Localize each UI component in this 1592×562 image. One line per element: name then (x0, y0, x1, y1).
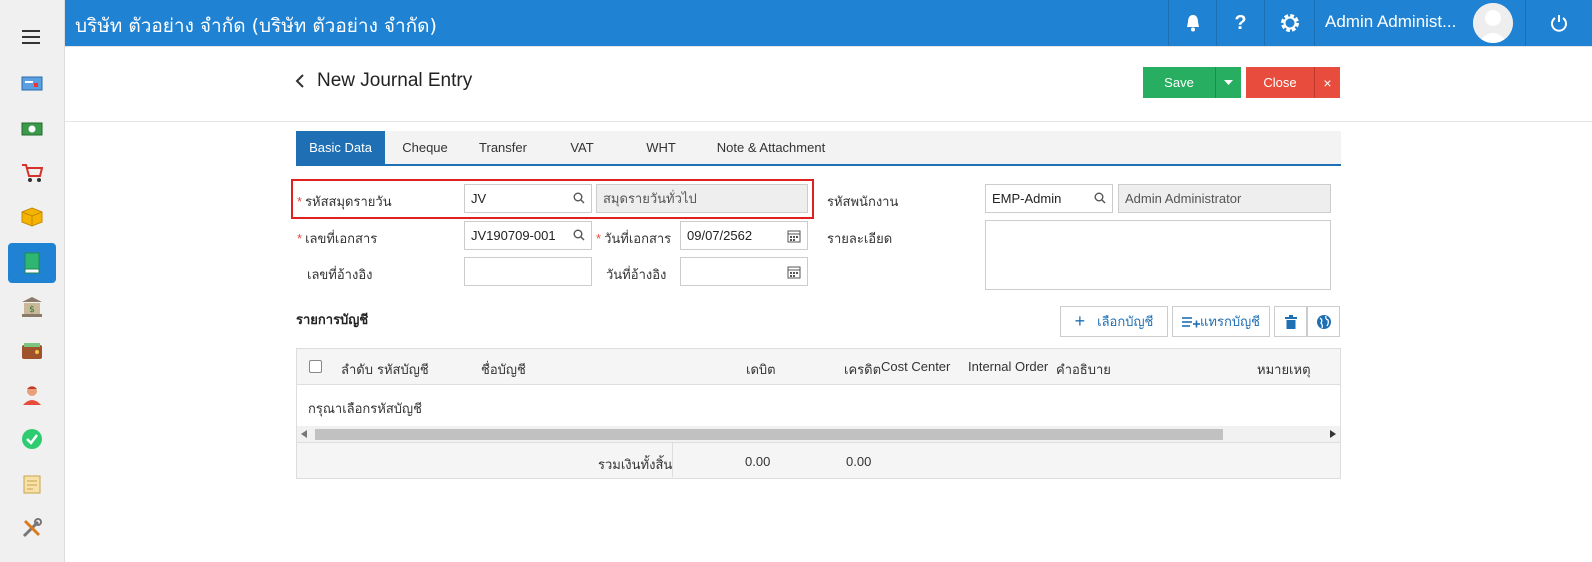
grid-header: ลำดับ รหัสบัญชี ชื่อบัญชี เดบิต เครดิต C… (297, 349, 1340, 385)
user-name[interactable]: Admin Administ... (1325, 12, 1456, 32)
plus-icon: + (1074, 311, 1086, 331)
total-credit: 0.00 (846, 454, 872, 469)
col-debit[interactable]: เดบิต (746, 359, 776, 380)
globe-icon (1316, 314, 1331, 329)
company-name: บริษัท ตัวอย่าง จำกัด (บริษัท ตัวอย่าง จ… (75, 15, 437, 37)
doc-no-label: * เลขที่เอกสาร (297, 231, 378, 246)
ref-no-label: เลขที่อ้างอิง (307, 267, 373, 282)
sidebar-item-wallet-icon[interactable] (8, 331, 56, 371)
settings-button[interactable] (1264, 0, 1314, 46)
employee-name-field: Admin Administrator (1118, 184, 1331, 213)
select-account-button[interactable]: + เลือกบัญชี (1060, 306, 1168, 337)
gear-icon (1280, 14, 1299, 32)
insert-account-button[interactable]: แทรกบัญชี (1172, 306, 1270, 337)
tab-transfer[interactable]: Transfer (468, 131, 538, 164)
detail-textarea[interactable] (985, 220, 1331, 290)
sidebar-item-approve-icon[interactable] (8, 419, 56, 459)
globe-button[interactable] (1307, 306, 1340, 337)
search-icon[interactable] (1094, 192, 1106, 204)
search-icon[interactable] (573, 192, 585, 204)
accounts-section-title: รายการบัญชี (296, 312, 369, 327)
scroll-left-icon[interactable] (301, 430, 307, 438)
journal-code-label: * รหัสสมุดรายวัน (297, 194, 392, 209)
save-dropdown-button[interactable] (1215, 67, 1241, 98)
sidebar-item-transfer-icon[interactable] (8, 464, 56, 504)
doc-date-input[interactable]: 09/07/2562 (680, 221, 808, 250)
empty-message: กรุณาเลือกรหัสบัญชี (308, 401, 422, 416)
journal-code-input[interactable]: JV (464, 184, 592, 213)
col-seq[interactable]: ลำดับ (341, 359, 373, 380)
detail-label: รายละเอียด (827, 231, 893, 246)
help-button[interactable]: ? (1216, 0, 1264, 46)
total-label: รวมเงินทั้งสิ้น (598, 457, 673, 472)
employee-label: รหัสพนักงาน (827, 194, 899, 209)
menu-icon[interactable] (22, 30, 40, 44)
col-credit[interactable]: เครดิต (844, 359, 881, 380)
sidebar-item-journal-icon[interactable] (8, 243, 56, 283)
col-account-code[interactable]: รหัสบัญชี (377, 359, 429, 380)
sidebar-item-bank-icon[interactable]: $ (8, 287, 56, 327)
doc-date-label: * วันที่เอกสาร (596, 231, 672, 246)
close-button[interactable]: Close (1246, 67, 1314, 98)
doc-no-input[interactable]: JV190709-001 (464, 221, 592, 250)
notification-button[interactable] (1168, 0, 1216, 46)
power-button[interactable] (1525, 0, 1592, 46)
sidebar-item-box-icon[interactable] (8, 197, 56, 237)
ref-no-input[interactable] (464, 257, 592, 286)
power-icon (1551, 15, 1567, 32)
ref-date-label: วันที่อ้างอิง (606, 267, 667, 282)
trash-icon (1284, 314, 1297, 329)
top-bar: บริษัท ตัวอย่าง จำกัด (บริษัท ตัวอย่าง จ… (65, 0, 1592, 46)
sidebar-item-settings-tools-icon[interactable] (8, 508, 56, 548)
col-remark[interactable]: หมายเหตุ (1257, 359, 1311, 380)
search-icon[interactable] (573, 229, 585, 241)
col-account-name[interactable]: ชื่อบัญชี (481, 359, 526, 380)
question-icon: ? (1234, 11, 1247, 34)
avatar[interactable] (1473, 3, 1513, 43)
calendar-icon[interactable] (787, 229, 801, 243)
delete-button[interactable] (1274, 306, 1307, 337)
col-cost-center[interactable]: Cost Center (881, 359, 950, 374)
employee-code-input[interactable]: EMP-Admin (985, 184, 1113, 213)
svg-text:$: $ (29, 305, 35, 315)
tab-cheque[interactable]: Cheque (391, 131, 459, 164)
tab-basic-data[interactable]: Basic Data (296, 131, 385, 164)
journal-name-field: สมุดรายวันทั่วไป (596, 184, 808, 213)
sidebar-item-money-icon[interactable] (8, 109, 56, 149)
app-root: $ บริษัท ตัวอย่าง จำกัด (บริษัท ตัวอย่าง… (0, 0, 1592, 562)
sidebar-item-person-icon[interactable] (8, 375, 56, 415)
bell-icon (1186, 15, 1199, 32)
accounts-grid: ลำดับ รหัสบัญชี ชื่อบัญชี เดบิต เครดิต C… (296, 348, 1341, 479)
scrollbar-thumb[interactable] (315, 429, 1223, 440)
page-title: New Journal Entry (317, 70, 473, 91)
caret-down-icon (1224, 80, 1233, 85)
back-icon[interactable] (295, 73, 305, 94)
tab-vat[interactable]: VAT (558, 131, 606, 164)
total-debit: 0.00 (745, 454, 771, 469)
ref-date-input[interactable] (680, 257, 808, 286)
col-internal-order[interactable]: Internal Order (968, 359, 1048, 374)
main-content: New Journal Entry Save Close × Basic Dat… (65, 46, 1592, 562)
close-x-icon[interactable]: × (1314, 67, 1340, 98)
sidebar: $ (0, 0, 65, 562)
tab-wht[interactable]: WHT (636, 131, 686, 164)
col-description[interactable]: คำอธิบาย (1056, 359, 1111, 380)
list-add-icon (1182, 316, 1201, 327)
calendar-icon[interactable] (787, 265, 801, 279)
tab-note-attachment[interactable]: Note & Attachment (706, 131, 836, 164)
footer-divider (672, 443, 673, 477)
save-button[interactable]: Save (1143, 67, 1215, 98)
select-all-checkbox[interactable] (309, 360, 322, 373)
horizontal-scrollbar[interactable] (297, 426, 1340, 442)
sidebar-item-cart-icon[interactable] (8, 153, 56, 193)
scroll-right-icon[interactable] (1330, 430, 1336, 438)
grid-footer: รวมเงินทั้งสิ้น 0.00 0.00 (297, 442, 1340, 478)
tab-bar: Basic Data Cheque Transfer VAT WHT Note … (296, 131, 1341, 166)
divider (65, 121, 1592, 122)
sidebar-item-dashboard-icon[interactable] (8, 64, 56, 104)
